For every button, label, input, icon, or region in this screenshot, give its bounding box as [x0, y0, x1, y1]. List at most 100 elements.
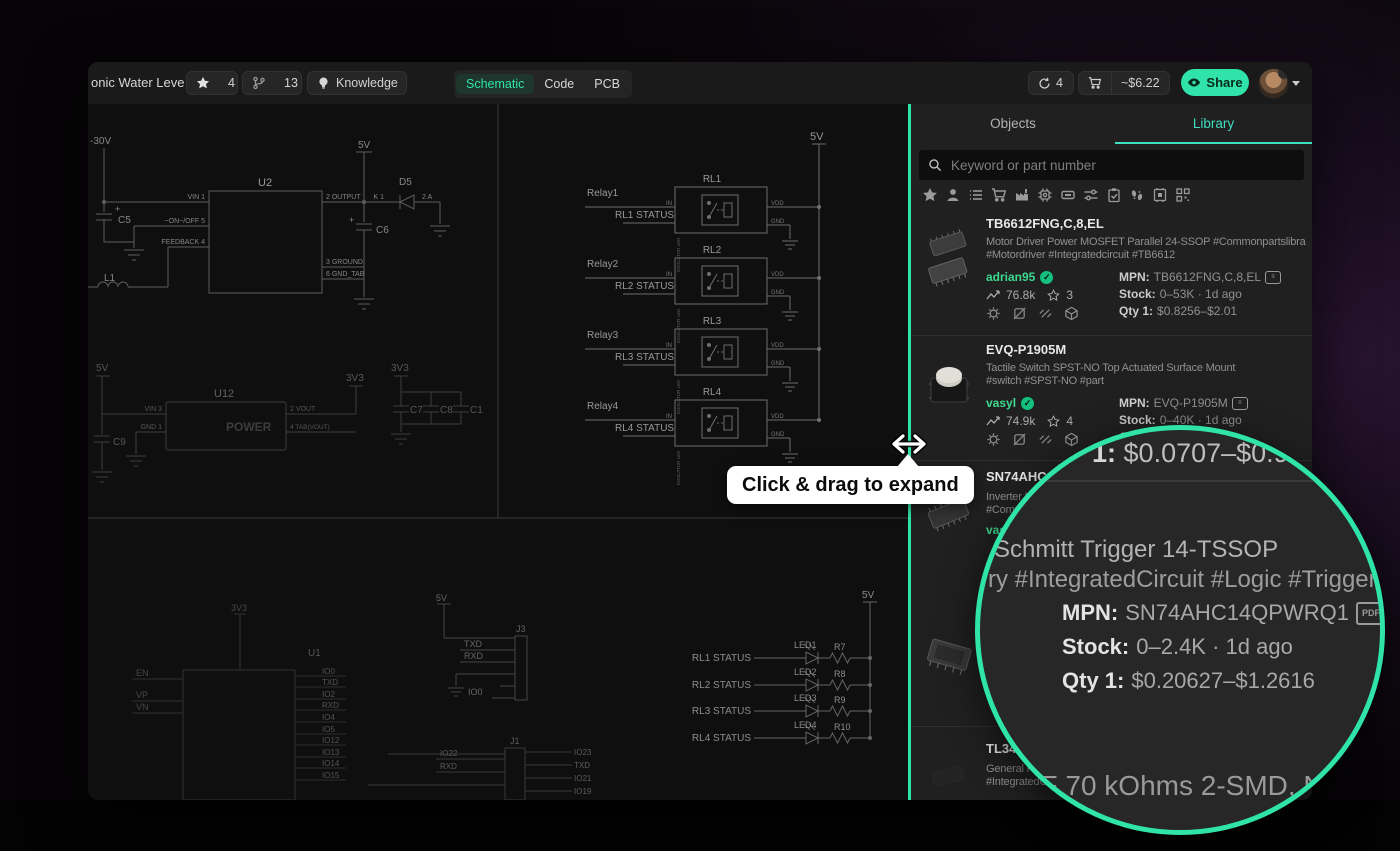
datasheet-icon: PDF — [1356, 602, 1385, 625]
star-button[interactable]: 4 — [186, 71, 238, 95]
cart-filter-icon[interactable] — [990, 187, 1007, 204]
fork-button[interactable]: 13 — [242, 71, 302, 95]
ic-filter-icon[interactable] — [1036, 187, 1053, 204]
svg-text:2 A: 2 A — [422, 194, 432, 201]
fork-icon — [243, 72, 275, 94]
svg-text:GND: GND — [771, 290, 785, 296]
svg-text:POWER: POWER — [226, 420, 272, 434]
user-filter-icon[interactable] — [944, 187, 961, 204]
datasheet-icon[interactable]: ≡ — [1265, 271, 1281, 284]
svg-text:IN: IN — [666, 414, 672, 420]
svg-text:IO2: IO2 — [322, 690, 335, 699]
drag-tooltip: Click & drag to expand — [727, 466, 974, 504]
simulation-icon[interactable] — [986, 306, 1001, 321]
tab-library[interactable]: Library — [1115, 104, 1312, 144]
svg-text:J1: J1 — [510, 736, 520, 746]
svg-text:RL4 STATUS: RL4 STATUS — [615, 423, 674, 434]
magnified-price-partial: 1: $0.0707–$0.9 — [1092, 438, 1289, 469]
star-count: 4 — [1066, 414, 1073, 428]
3d-model-icon[interactable] — [1064, 432, 1079, 447]
cart-price-button[interactable]: ~$6.22 — [1078, 71, 1170, 95]
magnified-mpn: MPN:SN74AHC14QPWRQ1 PDF — [1062, 600, 1385, 626]
magnified-price: Qty 1:$0.20627–$1.2616 — [1062, 668, 1315, 694]
svg-text:Relay1: Relay1 — [587, 188, 619, 199]
svg-text:IN: IN — [666, 343, 672, 349]
svg-text:GND: GND — [771, 361, 785, 367]
svg-text:RL2: RL2 — [703, 245, 722, 256]
datasheet-icon[interactable]: ≡ — [1232, 397, 1248, 410]
search-bar[interactable] — [919, 150, 1304, 180]
svg-text:VN: VN — [136, 702, 149, 712]
svg-text:3 GROUND: 3 GROUND — [326, 259, 363, 266]
u1-mcu-circuit — [132, 614, 346, 800]
relay-circuits — [585, 144, 826, 462]
tab-pcb[interactable]: PCB — [584, 74, 630, 94]
cart-icon — [1079, 72, 1111, 94]
star-icon — [1047, 289, 1060, 302]
svg-text:EN: EN — [136, 668, 149, 678]
3d-model-icon[interactable] — [1064, 306, 1079, 321]
part-card-tb6612[interactable]: TB6612FNG,C,8,EL Motor Driver Power MOSF… — [911, 210, 1312, 335]
footprint-disabled-icon[interactable] — [1012, 306, 1027, 321]
screen: onic Water Leve… 4 13 — [0, 0, 1400, 851]
factory-filter-icon[interactable] — [1013, 187, 1030, 204]
footprint-disabled-icon[interactable] — [1012, 432, 1027, 447]
svg-text:6 GND_TAB: 6 GND_TAB — [326, 271, 365, 278]
list-filter-icon[interactable] — [967, 187, 984, 204]
verified-icon: ✓ — [1040, 271, 1053, 284]
j3-labels: 5V J3 TXD RXD IO0 — [436, 593, 526, 697]
star-count: 4 — [219, 72, 244, 94]
svg-text:2 VOUT: 2 VOUT — [290, 406, 316, 413]
svg-text:LED3: LED3 — [794, 693, 817, 703]
relay-labels: 5V RL1 Relay1 RL1 STATUS IN VDD GND INDI… — [587, 131, 824, 485]
svg-text:C7: C7 — [410, 405, 423, 416]
share-label: Share — [1206, 75, 1242, 90]
layout-disabled-icon[interactable] — [1038, 306, 1053, 321]
tab-code[interactable]: Code — [534, 74, 584, 94]
tab-objects[interactable]: Objects — [911, 104, 1115, 144]
svg-text:U12: U12 — [214, 388, 234, 400]
magnified-stock: Stock:0–2.4K · 1d ago — [1062, 634, 1293, 660]
layout-disabled-icon[interactable] — [1038, 432, 1053, 447]
svg-text:VDD: VDD — [771, 414, 784, 420]
footprints-filter-icon[interactable] — [1128, 187, 1145, 204]
schematic-canvas[interactable]: -30V + C5 VIN 1 ~ON~/OFF 5 FEEDBACK 4 U2… — [88, 104, 908, 800]
svg-text:RL3 STATUS: RL3 STATUS — [692, 706, 751, 717]
chevron-down-icon[interactable] — [1292, 81, 1300, 86]
sync-button[interactable]: 4 — [1028, 71, 1074, 95]
project-title[interactable]: onic Water Leve… — [91, 75, 191, 90]
part-thumbnail — [917, 757, 981, 800]
filter-sliders-icon[interactable] — [1082, 187, 1099, 204]
part-capability-icons — [986, 306, 1079, 321]
part-author[interactable]: vasyl ✓ — [986, 396, 1034, 410]
active-tab-underline — [1115, 142, 1312, 144]
knowledge-label: Knowledge — [334, 72, 407, 94]
svg-text:IO12: IO12 — [322, 736, 340, 745]
svg-text:IO0: IO0 — [468, 687, 483, 697]
tab-schematic[interactable]: Schematic — [456, 74, 534, 94]
part-author[interactable]: adrian95 ✓ — [986, 270, 1053, 284]
star-filter-icon[interactable] — [921, 187, 938, 204]
module-filter-icon[interactable] — [1059, 187, 1076, 204]
clipboard-check-filter-icon[interactable] — [1105, 187, 1122, 204]
simulation-icon[interactable] — [986, 432, 1001, 447]
avatar[interactable] — [1258, 68, 1289, 99]
knowledge-button[interactable]: Knowledge — [307, 71, 407, 95]
resize-cursor-icon[interactable] — [886, 430, 932, 458]
search-input[interactable] — [949, 157, 1283, 174]
svg-text:GND 1: GND 1 — [141, 424, 163, 431]
part-thumbnail — [917, 224, 981, 288]
chip-box-filter-icon[interactable] — [1151, 187, 1168, 204]
svg-text:Relay3: Relay3 — [587, 330, 619, 341]
qr-code-filter-icon[interactable] — [1174, 187, 1191, 204]
share-button[interactable]: Share — [1181, 69, 1249, 96]
cart-price: ~$6.22 — [1112, 72, 1169, 94]
svg-text:VP: VP — [136, 690, 148, 700]
svg-text:Relay2: Relay2 — [587, 259, 619, 270]
magnified-tags: ry #IntegratedCircuit #Logic #Trigger #I… — [988, 566, 1385, 594]
svg-text:LED2: LED2 — [794, 667, 817, 677]
svg-text:U2: U2 — [258, 177, 272, 189]
svg-text:LED1: LED1 — [794, 640, 817, 650]
svg-text:3V3: 3V3 — [231, 603, 247, 613]
svg-text:3V3: 3V3 — [391, 363, 409, 374]
